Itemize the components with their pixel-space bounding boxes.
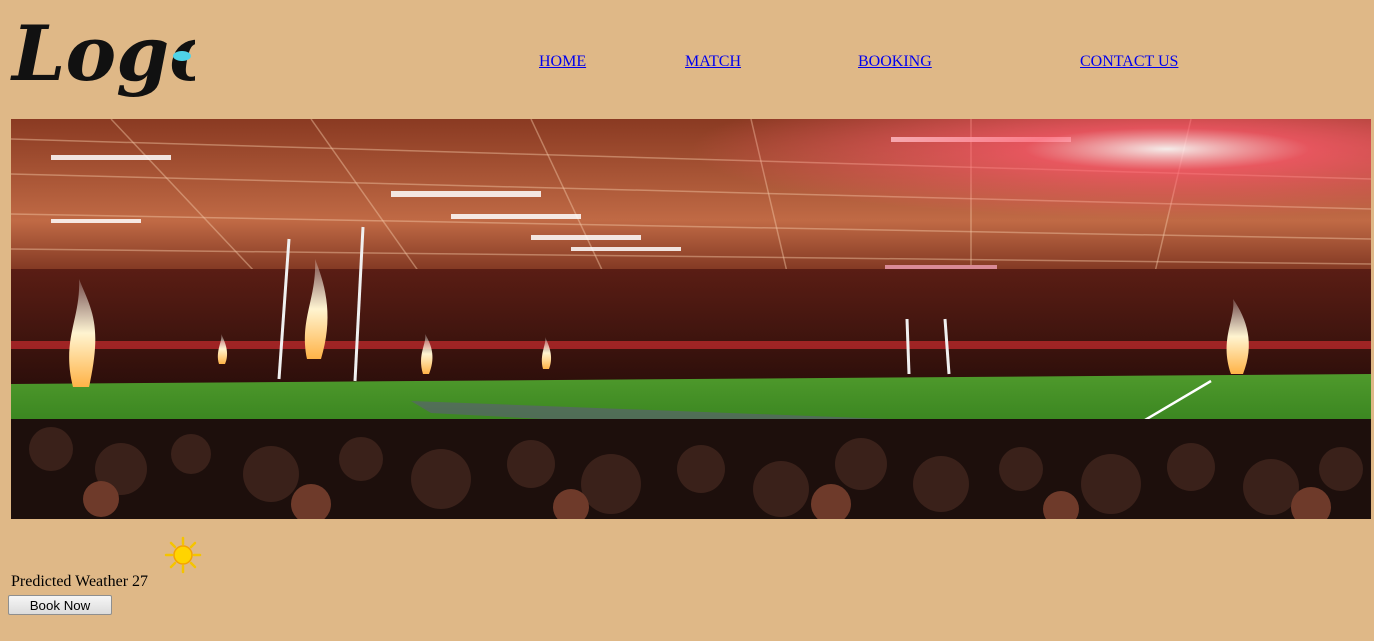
hero-stadium-image (11, 119, 1371, 519)
nav-link-home[interactable]: HOME (539, 52, 586, 71)
nav-link-booking[interactable]: BOOKING (858, 52, 932, 71)
nav-link-match[interactable]: MATCH (685, 52, 741, 71)
logo-text: Logo (10, 9, 195, 98)
sun-icon (164, 536, 202, 574)
site-logo: Logo (10, 8, 195, 113)
weather-forecast-label: Predicted Weather 27 (11, 573, 149, 590)
nav-link-contact-us[interactable]: CONTACT US (1080, 52, 1178, 71)
book-now-button[interactable]: Book Now (8, 595, 112, 615)
logo-accent-dot (173, 51, 191, 61)
